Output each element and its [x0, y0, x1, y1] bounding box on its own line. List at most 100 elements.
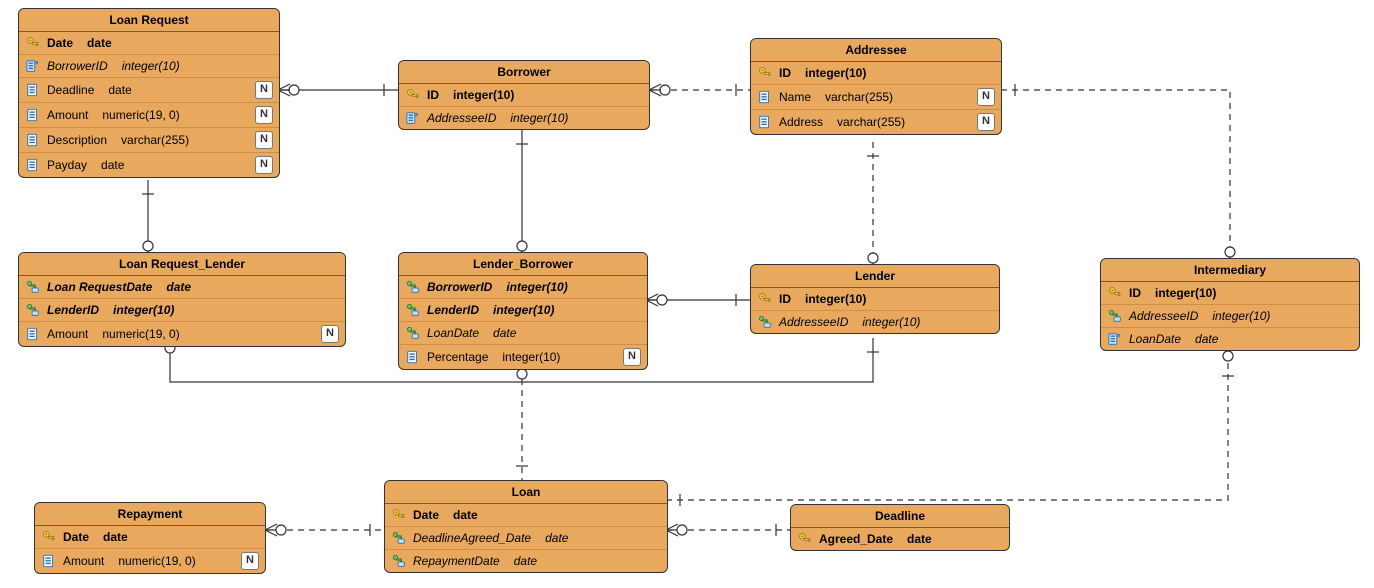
entity-title: Lender_Borrower [399, 253, 647, 276]
column-row[interactable]: Descriptionvarchar(255)N [19, 128, 279, 153]
column-type: numeric(19, 0) [94, 108, 249, 122]
column-name: AddresseeID [427, 111, 496, 125]
column-row[interactable]: ID integer(10) [751, 288, 999, 311]
column-name: Description [47, 133, 107, 147]
column-row[interactable]: AddresseeIDinteger(10) [1101, 305, 1359, 328]
column-row[interactable]: LenderIDinteger(10) [19, 299, 345, 322]
column-row[interactable]: LenderIDinteger(10) [399, 299, 647, 322]
entity-rows: IDinteger(10)Namevarchar(255)N Address var… [751, 62, 1001, 134]
column-type: integer(10) [445, 88, 619, 102]
entity-title: Loan Request_Lender [19, 253, 345, 276]
column-row[interactable]: Amount numeric(19, 0) N [19, 322, 345, 346]
entity-title: Borrower [399, 61, 649, 84]
column-type: integer(10) [854, 315, 969, 329]
column-row[interactable]: Amountnumeric(19, 0)N [19, 103, 279, 128]
column-type: integer(10) [114, 59, 249, 73]
column-row[interactable]: IDinteger(10) [399, 84, 649, 107]
column-row[interactable]: AddresseeID integer(10) [399, 107, 649, 129]
erd-canvas: Loan Request DatedateBorrowerIDinteger(1… [0, 0, 1374, 588]
column-row[interactable]: IDinteger(10) [751, 62, 1001, 85]
column-type: integer(10) [797, 292, 969, 306]
column-row[interactable]: RepaymentDate date [385, 550, 667, 572]
column-icon [41, 553, 57, 569]
column-row[interactable]: LoanDatedate [1101, 328, 1359, 350]
column-row[interactable]: Amountnumeric(19, 0)N [35, 549, 265, 573]
column-row[interactable]: Datedate [35, 526, 265, 549]
column-name: Loan RequestDate [47, 280, 152, 294]
entity-rows: Agreed_Datedate [791, 528, 1009, 550]
nullable-badge: N [241, 552, 259, 570]
entity-repayment[interactable]: Repayment DatedateAmountnumeric(19, 0)N [34, 502, 266, 574]
column-type: date [445, 508, 637, 522]
column-name: Payday [47, 158, 87, 172]
column-type: varchar(255) [113, 133, 249, 147]
entity-loan[interactable]: Loan DatedateDeadlineAgreed_DatedateRepa… [384, 480, 668, 573]
key-icon [391, 507, 407, 523]
column-row[interactable]: Address varchar(255) N [751, 110, 1001, 134]
column-row[interactable]: IDinteger(10) [1101, 282, 1359, 305]
nullable-badge: N [321, 325, 339, 343]
column-row[interactable]: AddresseeIDinteger(10) [751, 311, 999, 333]
column-row[interactable]: Agreed_Datedate [791, 528, 1009, 550]
entity-borrower[interactable]: Borrower IDinteger(10) AddresseeID integer… [398, 60, 650, 130]
column-row[interactable]: BorrowerID integer(10) [399, 276, 647, 299]
column-type: integer(10) [502, 111, 619, 125]
entity-rows: DatedateAmountnumeric(19, 0)N [35, 526, 265, 573]
key-icon [25, 35, 41, 51]
column-type: date [506, 554, 637, 568]
column-row[interactable]: BorrowerIDinteger(10) [19, 55, 279, 78]
column-name: RepaymentDate [413, 554, 500, 568]
entity-addressee[interactable]: Addressee IDinteger(10)Namevarchar(255)N… [750, 38, 1002, 135]
column-icon [25, 157, 41, 173]
entity-intermediary[interactable]: Intermediary IDinteger(10)AddresseeIDint… [1100, 258, 1360, 351]
entity-loan-request[interactable]: Loan Request DatedateBorrowerIDinteger(1… [18, 8, 280, 178]
column-type: numeric(19, 0) [94, 327, 315, 341]
column-type: date [537, 531, 637, 545]
column-row[interactable]: Percentageinteger(10)N [399, 345, 647, 369]
column-row[interactable]: DeadlineAgreed_Date date [385, 527, 667, 550]
entity-rows: DatedateDeadlineAgreed_DatedateRepayment… [385, 504, 667, 572]
column-name: Amount [47, 327, 88, 341]
column-type: varchar(255) [829, 115, 971, 129]
entity-title: Repayment [35, 503, 265, 526]
entity-rows: Loan RequestDatedateLenderIDinteger(10)A… [19, 276, 345, 346]
column-type: integer(10) [797, 66, 971, 80]
entity-loan-request-lender[interactable]: Loan Request_Lender Loan RequestDatedate… [18, 252, 346, 347]
key-icon [757, 291, 773, 307]
column-icon [405, 349, 421, 365]
entity-title: Deadline [791, 505, 1009, 528]
column-name: DeadlineAgreed_Date [413, 531, 531, 545]
column-row[interactable]: Datedate [19, 32, 279, 55]
key-icon [797, 531, 813, 547]
column-type: integer(10) [1204, 309, 1329, 323]
foreign-key-icon [25, 58, 41, 74]
column-type: date [93, 158, 249, 172]
column-name: ID [779, 292, 791, 306]
column-type: integer(10) [105, 303, 315, 317]
entity-rows: BorrowerIDinteger(10)LenderIDinteger(10)… [399, 276, 647, 369]
entity-rows: IDinteger(10)AddresseeIDinteger(10) [751, 288, 999, 333]
key-icon [41, 529, 57, 545]
column-name: LenderID [427, 303, 479, 317]
entity-deadline[interactable]: Deadline Agreed_Datedate [790, 504, 1010, 551]
column-name: Address [779, 115, 823, 129]
column-name: Date [413, 508, 439, 522]
column-row[interactable]: Date date [385, 504, 667, 527]
column-type: date [485, 326, 617, 340]
column-name: ID [1129, 286, 1141, 300]
column-name: BorrowerID [427, 280, 492, 294]
column-row[interactable]: DeadlinedateN [19, 78, 279, 103]
nullable-badge: N [977, 88, 995, 106]
column-row[interactable]: Namevarchar(255)N [751, 85, 1001, 110]
column-row[interactable]: LoanDatedate [399, 322, 647, 345]
column-type: integer(10) [498, 280, 617, 294]
nullable-badge: N [255, 156, 273, 174]
entity-lender-borrower[interactable]: Lender_Borrower BorrowerID integer(10) Len… [398, 252, 648, 370]
column-row[interactable]: Payday date N [19, 153, 279, 177]
entity-lender[interactable]: Lender IDinteger(10)AddresseeIDinteger(1… [750, 264, 1000, 334]
nullable-badge: N [977, 113, 995, 131]
column-row[interactable]: Loan RequestDatedate [19, 276, 345, 299]
column-type: date [1187, 332, 1329, 346]
column-icon [757, 114, 773, 130]
column-type: integer(10) [494, 350, 617, 364]
